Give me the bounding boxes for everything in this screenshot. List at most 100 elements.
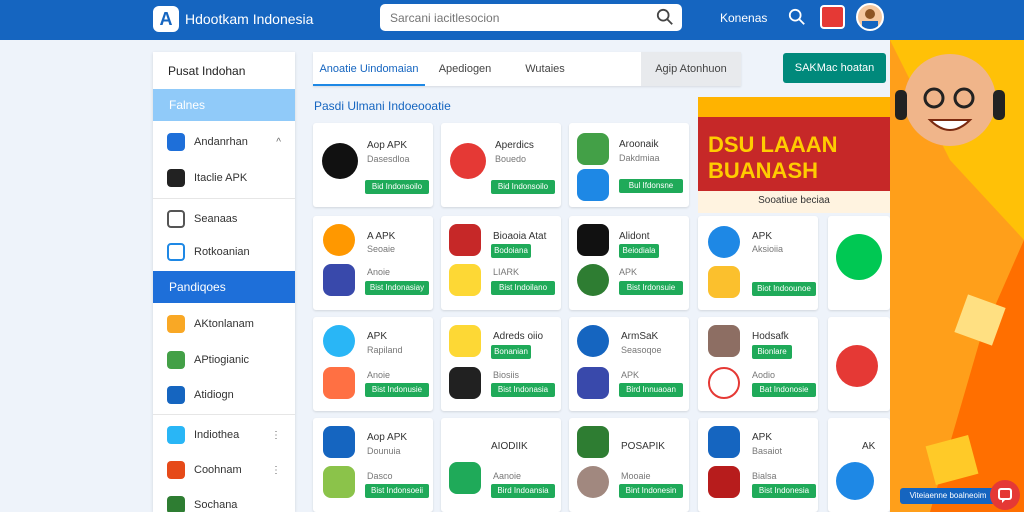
app-card[interactable]: POSAPIK Mooaie Bint Indonesin	[569, 418, 689, 512]
more-icon[interactable]: ⋮	[271, 430, 281, 441]
header-link[interactable]: Konenas	[720, 11, 767, 25]
sidebar-item-label: Itaclie APK	[194, 172, 248, 184]
app-icon	[708, 266, 740, 298]
app-card[interactable]: Adreds oiio Bonanian Biosiis Bist Indona…	[441, 317, 561, 411]
sidebar-item-5[interactable]: APtiogianic	[167, 349, 293, 371]
tab-0[interactable]: Anoatie Uindomaian	[313, 52, 425, 86]
install-button[interactable]: Bist Indonusie	[365, 383, 429, 397]
app-icon	[167, 461, 185, 479]
install-button[interactable]: Bat Indonosie	[752, 383, 816, 397]
app-card[interactable]: Aop APK Dasesdloa Bid Indonsoilo	[313, 123, 433, 207]
install-button[interactable]: Bist Indonsoeii	[365, 484, 429, 498]
sidebar-item-8[interactable]: Coohnam ⋮	[167, 459, 293, 481]
app-icon	[449, 325, 481, 357]
install-button[interactable]: Bonanian	[491, 345, 531, 359]
sidebar-item-6[interactable]: Atidiogn	[167, 384, 293, 406]
app-card[interactable]: AK	[828, 418, 890, 512]
app-subtitle: Anoie	[367, 370, 391, 380]
user-avatar[interactable]	[856, 3, 884, 31]
brand-logo-icon[interactable]: A	[153, 6, 179, 32]
notification-gift-icon[interactable]	[820, 5, 845, 29]
app-icon	[577, 264, 609, 296]
install-button[interactable]: Bird Indoansia	[491, 484, 555, 498]
app-card[interactable]: Hodsafk Bionlare Aodio Bat Indonosie	[698, 317, 818, 411]
sidebar-item-label: APtiogianic	[194, 354, 250, 366]
install-button[interactable]: Bid Indonsoilo	[491, 180, 555, 194]
app-icon	[708, 226, 740, 258]
install-button[interactable]: Biot Indoounoe	[752, 282, 816, 296]
install-button[interactable]: Bist Indonasiay	[365, 281, 429, 295]
install-button[interactable]: Bodoiana	[491, 244, 531, 258]
app-card[interactable]: Aroonaik Dakdmiaa Bul Ifdonsne	[569, 123, 689, 207]
install-button[interactable]: Bul Ifdonsne	[619, 179, 683, 193]
install-button[interactable]: Bist Indoilano	[491, 281, 555, 295]
app-subtitle: Anoie	[367, 267, 391, 277]
install-button[interactable]: Beiodiala	[619, 244, 659, 258]
brand-name[interactable]: Hdootkam Indonesia	[185, 11, 313, 27]
app-subtitle: Dounuia	[367, 446, 401, 456]
sidebar-section-pandiqoes[interactable]: Pandiqoes	[153, 271, 295, 303]
sidebar-item-0[interactable]: Andanrhan ^	[167, 131, 293, 153]
chevron-up-icon: ^	[276, 136, 281, 148]
app-card[interactable]: Aop APK Dounuia Dasco Bist Indonsoeii	[313, 418, 433, 512]
header-search-icon[interactable]	[788, 8, 806, 26]
app-card[interactable]: A APK Seoaie Anoie Bist Indonasiay	[313, 216, 433, 310]
more-icon[interactable]: ⋮	[271, 465, 281, 476]
promo-side-banner[interactable]	[890, 40, 1024, 512]
sidebar-item-4[interactable]: AKtonlanam	[167, 313, 293, 335]
chat-button[interactable]	[990, 480, 1020, 510]
app-card[interactable]: APK Basaiot Bialsa Bist Indonesia	[698, 418, 818, 512]
app-card[interactable]	[828, 317, 890, 411]
app-title: A APK	[367, 231, 396, 242]
app-title: Hodsafk	[752, 331, 789, 342]
sidebar-item-label: AKtonlanam	[194, 318, 254, 330]
install-button[interactable]: Bist Indonasia	[491, 383, 555, 397]
app-card[interactable]: Alidont Beiodiala APK Bist Irdonsuie	[569, 216, 689, 310]
app-subtitle: Dakdmiaa	[619, 153, 660, 163]
app-subtitle: Aksioiia	[752, 244, 784, 254]
app-card[interactable]: Aperdics Bouedo Bid Indonsoilo	[441, 123, 561, 207]
search-icon[interactable]	[656, 8, 674, 26]
app-title: AK	[862, 441, 876, 452]
install-button[interactable]: Bionlare	[752, 345, 792, 359]
app-icon	[577, 224, 609, 256]
tab-3[interactable]: Agip Atonhuon	[641, 52, 741, 86]
banner-strip	[698, 97, 890, 117]
search-box[interactable]	[380, 4, 682, 31]
sidebar-item-1[interactable]: Itaclie APK	[167, 167, 293, 189]
banner-caption: Sooatiue beciaa	[758, 195, 830, 206]
app-subtitle: Rapiland	[367, 345, 403, 355]
install-button[interactable]: Bist Indonesia	[752, 484, 816, 498]
app-card[interactable]: AIODIIK Aanoie Bird Indoansia	[441, 418, 561, 512]
sidebar-section-falnes[interactable]: Falnes	[153, 89, 295, 121]
tab-2[interactable]: Wutaies	[505, 52, 585, 86]
promo-banner[interactable]: DSU LAAAN BUANASH Sooatiue beciaa	[698, 97, 890, 213]
app-card[interactable]: ArmSaK Seasoqoe APK Bird Innuaoan	[569, 317, 689, 411]
search-input[interactable]	[390, 8, 650, 27]
app-icon	[323, 325, 355, 357]
app-icon	[449, 367, 481, 399]
sidebar-item-2[interactable]: Seanaas	[167, 208, 293, 230]
app-card[interactable]: APK Rapiland Anoie Bist Indonusie	[313, 317, 433, 411]
app-icon	[577, 426, 609, 458]
install-button[interactable]: Bist Irdonsuie	[619, 281, 683, 295]
sidebar-item-label: Coohnam	[194, 464, 242, 476]
promo-caption[interactable]: Viteiaenne boalneoim	[900, 488, 996, 504]
sidebar-item-9[interactable]: Sochana	[167, 494, 293, 512]
install-button[interactable]: Bird Innuaoan	[619, 383, 683, 397]
app-card[interactable]: Bioaoia Atat Bodoiana LIARK Bist Indoila…	[441, 216, 561, 310]
app-subtitle: Seoaie	[367, 244, 396, 254]
app-subtitle: APK	[621, 370, 640, 380]
install-button[interactable]: Bid Indonsoilo	[365, 180, 429, 194]
cta-button[interactable]: SAKMac hoatan	[783, 53, 886, 83]
app-card[interactable]	[828, 216, 890, 310]
sidebar-title: Pusat Indohan	[168, 64, 246, 78]
install-button[interactable]: Bint Indonesin	[619, 484, 683, 498]
app-card[interactable]: APK Aksioiia Biot Indoounoe	[698, 216, 818, 310]
sidebar-item-3[interactable]: Rotkoanian	[167, 241, 293, 263]
tab-1[interactable]: Apediogen	[425, 52, 505, 86]
sidebar-item-7[interactable]: Indiothea ⋮	[167, 424, 293, 446]
divider	[153, 414, 295, 415]
app-subtitle: Biosiis	[493, 370, 520, 380]
app-icon	[323, 466, 355, 498]
